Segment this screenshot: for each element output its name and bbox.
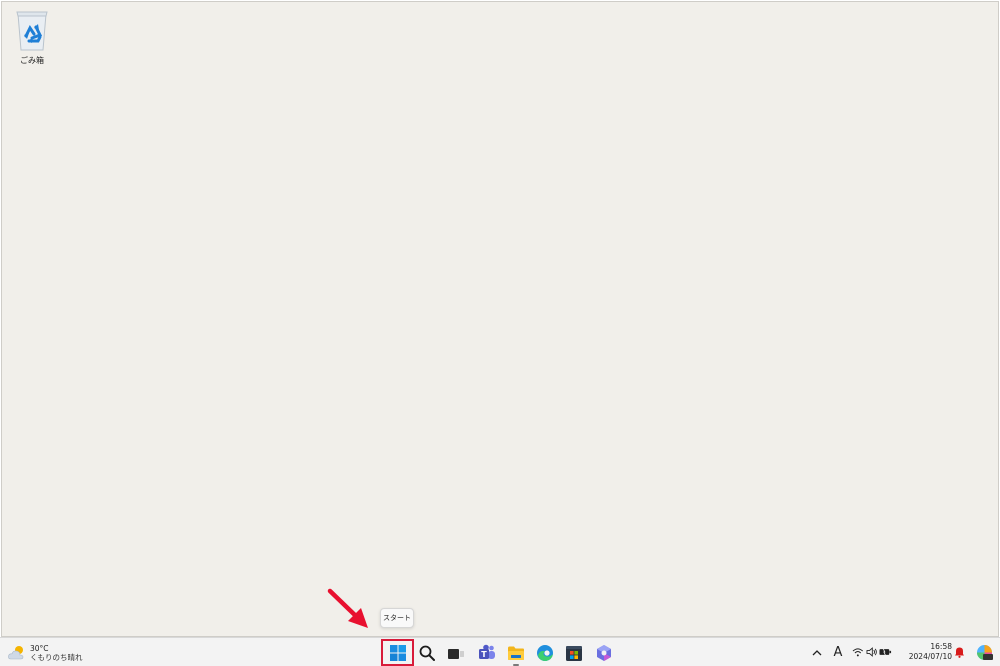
battery-icon — [879, 647, 892, 657]
task-view-button[interactable] — [444, 641, 468, 664]
volume-icon — [866, 647, 877, 657]
show-hidden-icons-button[interactable] — [810, 643, 824, 661]
recycle-bin-icon — [16, 11, 48, 51]
recycle-bin-shortcut[interactable]: ごみ箱 — [10, 8, 54, 78]
task-view-icon — [448, 648, 464, 659]
copilot-icon — [597, 644, 611, 661]
annotation-arrow — [327, 588, 368, 628]
svg-text:T: T — [481, 650, 487, 659]
clock-date: 2024/07/10 — [908, 652, 952, 661]
system-clock[interactable]: 16:58 2024/07/10 — [902, 642, 952, 664]
start-button-highlight — [381, 639, 414, 666]
folder-icon — [508, 646, 524, 660]
store-button[interactable] — [562, 641, 586, 664]
notification-button[interactable] — [953, 643, 965, 661]
notification-bell-icon — [954, 647, 964, 658]
wifi-icon — [852, 648, 864, 657]
teams-icon: T — [479, 644, 495, 659]
search-icon — [419, 645, 435, 661]
partly-cloudy-icon — [8, 646, 24, 660]
copilot-pre-button[interactable] — [975, 643, 993, 661]
copilot-colorful-icon — [976, 644, 993, 660]
ime-mode-indicator[interactable]: A — [831, 643, 845, 661]
edge-button[interactable] — [533, 641, 557, 664]
desktop: ごみ箱 — [1, 1, 999, 637]
start-tooltip: スタート — [380, 608, 414, 628]
weather-temperature: 30°C — [30, 644, 49, 653]
weather-widget[interactable]: 30°C くもりのち晴れ — [8, 642, 83, 664]
edge-icon — [537, 644, 553, 661]
taskbar: 30°C くもりのち晴れ T A 16:58 2024/07/10 — [0, 637, 1000, 666]
store-icon — [566, 645, 582, 661]
weather-condition: くもりのち晴れ — [30, 653, 83, 662]
recycle-bin-label: ごみ箱 — [20, 56, 44, 65]
clock-time: 16:58 — [930, 642, 952, 651]
chevron-up-icon — [812, 649, 822, 655]
search-button[interactable] — [415, 641, 439, 664]
copilot-button[interactable] — [592, 641, 616, 664]
file-explorer-button[interactable] — [504, 641, 528, 664]
teams-button[interactable]: T — [475, 641, 499, 664]
network-volume-battery-group[interactable] — [852, 643, 892, 661]
